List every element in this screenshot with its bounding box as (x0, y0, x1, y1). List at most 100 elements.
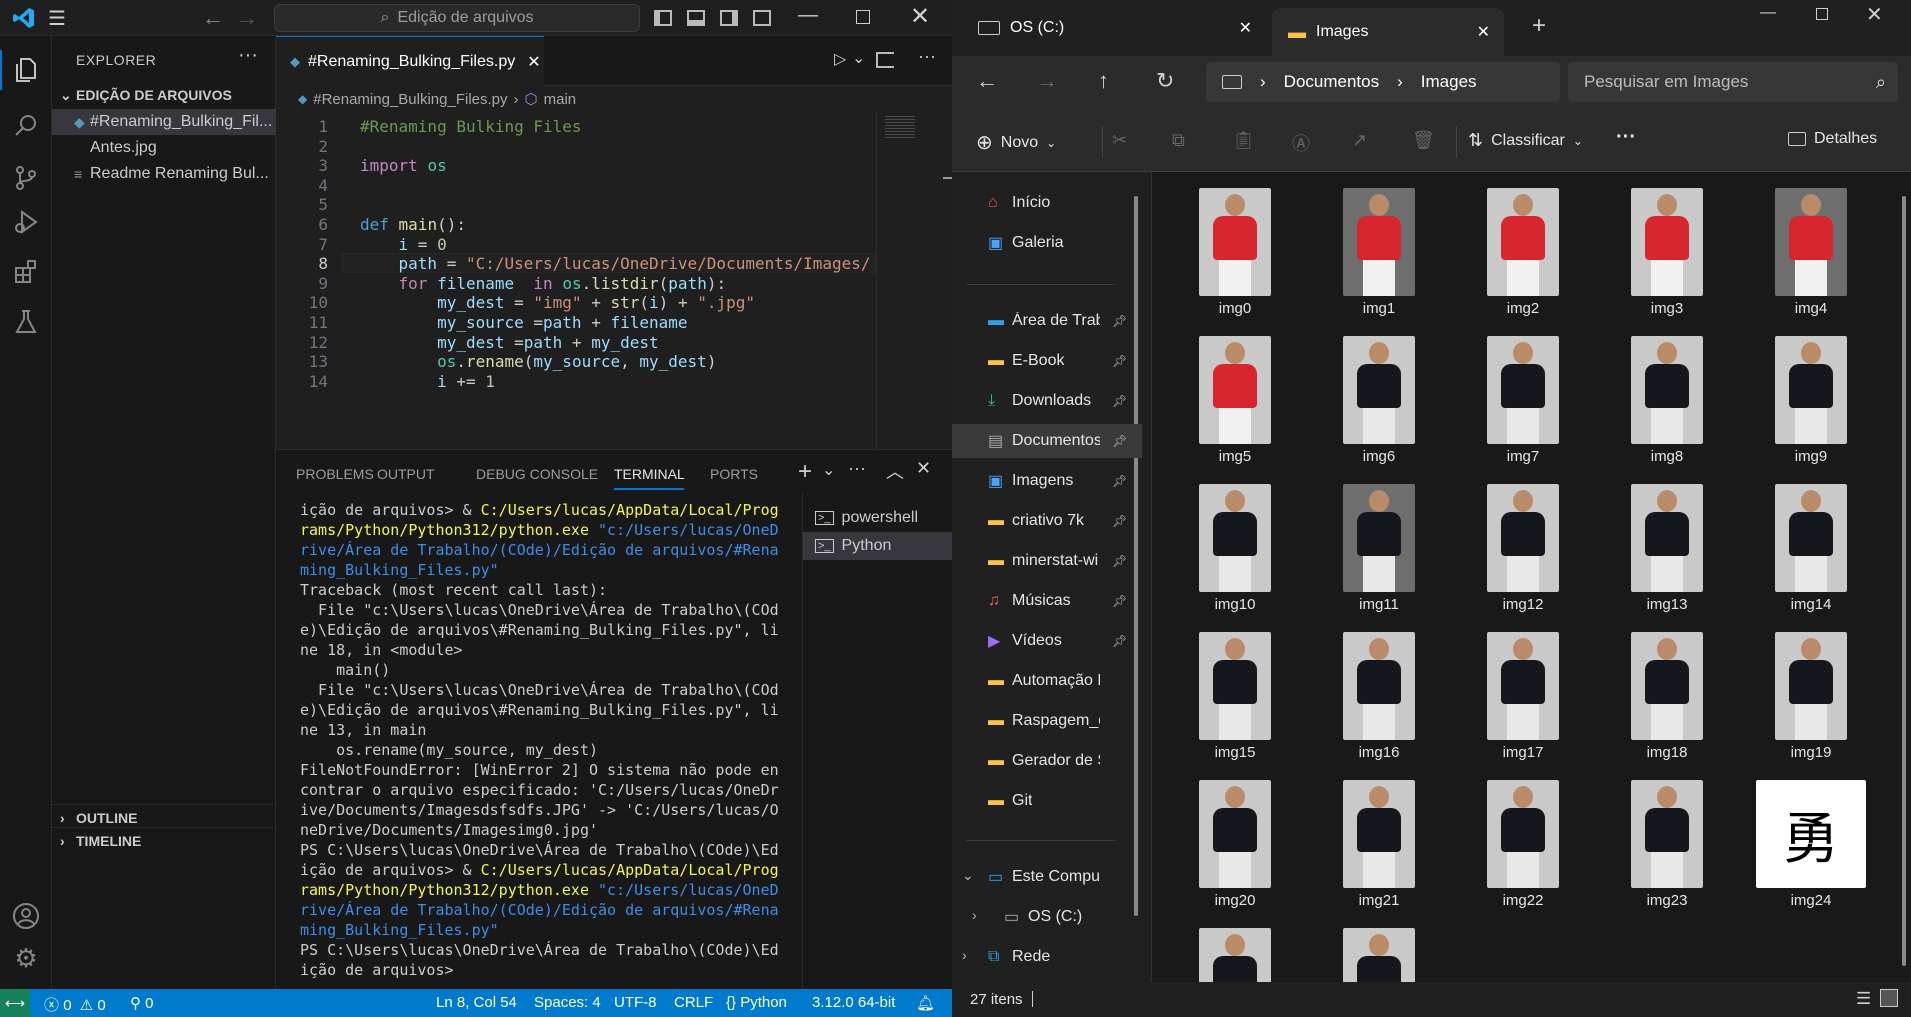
file-thumbnail[interactable]: img7 (1458, 322, 1588, 465)
close-tab-icon[interactable]: ✕ (1239, 18, 1252, 38)
cursor-position[interactable]: Ln 8, Col 54 (436, 994, 517, 1011)
new-terminal-plus-icon[interactable]: + (798, 458, 812, 486)
file-thumbnail[interactable]: 勇 img24 (1746, 766, 1876, 909)
pin-icon[interactable]: 📌︎ (1112, 634, 1127, 648)
nav-item[interactable]: ▬ Área de Trab 📌︎ (952, 304, 1142, 338)
file-thumbnail[interactable]: img23 (1602, 766, 1732, 909)
close-panel-icon[interactable]: ✕ (916, 458, 931, 479)
extensions-icon[interactable] (8, 254, 44, 290)
file-thumbnail[interactable]: img21 (1314, 766, 1444, 909)
file-thumbnail[interactable]: img5 (1170, 322, 1300, 465)
back-arrow-icon[interactable]: ← (202, 5, 224, 31)
pin-icon[interactable]: 📌︎ (1112, 434, 1127, 448)
encoding[interactable]: UTF-8 (614, 994, 657, 1011)
file-thumbnail[interactable]: img6 (1314, 322, 1444, 465)
paste-icon[interactable]: 📋︎ (1232, 130, 1255, 151)
file-thumbnail[interactable]: img19 (1746, 618, 1876, 761)
remote-icon[interactable]: ⟷ (0, 989, 30, 1017)
nav-item[interactable]: ▬ criativo 7k 📌︎ (952, 504, 1142, 538)
pin-icon[interactable]: 📌︎ (1112, 514, 1127, 528)
file-thumbnail[interactable]: img20 (1170, 766, 1300, 909)
close-tab-icon[interactable]: ✕ (1477, 22, 1490, 42)
file-thumbnail[interactable]: img0 (1170, 174, 1300, 317)
details-button[interactable]: Detalhes (1788, 130, 1877, 148)
file-thumbnail[interactable]: img15 (1170, 618, 1300, 761)
tab-ports[interactable]: PORTS (710, 466, 758, 482)
toggle-secondary-sidebar-icon[interactable] (720, 10, 738, 26)
language-mode[interactable]: {} Python (726, 994, 787, 1011)
forward-arrow-icon[interactable]: → (1036, 68, 1058, 94)
nav-item[interactable]: ▬ E-Book 📌︎ (952, 344, 1142, 378)
tab-problems[interactable]: PROBLEMS (296, 466, 374, 482)
content-scrollbar[interactable] (1902, 196, 1906, 966)
pin-icon[interactable]: 📌︎ (1112, 554, 1127, 568)
minimap[interactable] (876, 112, 953, 449)
maximize-icon[interactable] (856, 10, 870, 24)
nav-item[interactable]: ▶ Vídeos 📌︎ (952, 624, 1142, 658)
more-actions-icon[interactable]: ··· (238, 44, 258, 67)
cut-icon[interactable]: ✂ (1112, 130, 1127, 151)
problems-status[interactable]: ⓧ 0 ⚠ 0 (44, 994, 106, 1015)
copy-icon[interactable]: ⧉ (1172, 130, 1185, 151)
customize-layout-icon[interactable] (753, 10, 771, 26)
nav-item[interactable]: ▬ Git (952, 784, 1142, 818)
breadcrumb-symbol[interactable]: main (544, 91, 577, 108)
timeline-section[interactable]: › TIMELINE (52, 827, 276, 853)
python-interpreter[interactable]: 3.12.0 64-bit (812, 994, 895, 1011)
editor-tab[interactable]: ◆ #Renaming_Bulking_Files.py ✕ (276, 36, 544, 86)
code-editor[interactable]: 1 #Renaming Bulking Files 2 3 import os 4 5 6 de… (276, 112, 876, 449)
toggle-sidebar-icon[interactable] (654, 10, 672, 26)
split-editor-icon[interactable] (876, 52, 894, 68)
close-tab-icon[interactable]: ✕ (527, 52, 540, 72)
address-bar[interactable]: › Documentos › Images (1206, 62, 1560, 102)
nav-item[interactable]: ▤ Documentos 📌︎ (952, 424, 1142, 458)
search-box[interactable]: Pesquisar em Images ⌕ (1568, 62, 1898, 102)
nav-item[interactable]: ▣ Imagens 📌︎ (952, 464, 1142, 498)
chevron-down-icon[interactable]: ⌄ (822, 460, 835, 480)
run-python-icon[interactable]: ▷ (834, 49, 846, 69)
nav-item[interactable]: ▣ Galeria (952, 226, 1142, 260)
file-thumbnail[interactable]: img3 (1602, 174, 1732, 317)
testing-flask-icon[interactable] (8, 304, 44, 340)
search-icon[interactable] (8, 108, 44, 144)
notifications-bell-icon[interactable]: 🔔︎ (916, 994, 935, 1012)
details-view-icon[interactable]: ☰ (1856, 989, 1871, 1009)
refresh-icon[interactable]: ↻ (1156, 68, 1174, 94)
ports-status[interactable]: ⚲ 0 (130, 994, 154, 1012)
chevron-right-icon[interactable]: › (972, 907, 977, 923)
more-actions-icon[interactable]: ··· (848, 458, 866, 479)
terminal-item-powershell[interactable]: >_ powershell (803, 504, 953, 532)
maximize-panel-icon[interactable]: ︿ (886, 458, 904, 484)
rename-icon[interactable]: Ⓐ (1292, 130, 1310, 156)
source-control-icon[interactable] (8, 160, 44, 196)
file-thumbnail[interactable]: img16 (1314, 618, 1444, 761)
file-item[interactable]: Antes.jpg (52, 135, 276, 161)
chevron-right-icon[interactable]: › (962, 947, 967, 963)
nav-item[interactable]: ⌂ Início (952, 186, 1142, 220)
minimize-icon[interactable]: — (798, 4, 818, 27)
toggle-panel-icon[interactable] (687, 10, 705, 26)
file-item[interactable]: ≡ Readme Renaming Bul... (52, 161, 276, 187)
breadcrumb-images[interactable]: Images (1421, 72, 1477, 92)
nav-item[interactable]: ⧉ Rede (952, 940, 1142, 974)
nav-item[interactable]: ⤓ Downloads 📌︎ (952, 384, 1142, 418)
nav-item[interactable]: ▬ minerstat-wi 📌︎ (952, 544, 1142, 578)
close-icon[interactable]: ✕ (910, 2, 930, 31)
maximize-icon[interactable] (1816, 8, 1828, 20)
nav-item[interactable]: ▭ Este Computador (952, 860, 1142, 894)
more-actions-icon[interactable]: ··· (918, 46, 936, 67)
file-thumbnail[interactable] (1314, 914, 1444, 982)
tab-terminal[interactable]: TERMINAL (614, 466, 685, 482)
back-arrow-icon[interactable]: ← (976, 68, 998, 94)
file-thumbnail[interactable]: img4 (1746, 174, 1876, 317)
file-thumbnail[interactable]: img1 (1314, 174, 1444, 317)
terminal-item-python[interactable]: >_ Python (803, 532, 953, 560)
nav-item[interactable]: ▬ Automação E-m (952, 664, 1142, 698)
nav-item[interactable]: ▬ Raspagem_de_I (952, 704, 1142, 738)
nav-item[interactable]: ♫ Músicas 📌︎ (952, 584, 1142, 618)
sort-button[interactable]: ⇅ Classificar ⌄ (1468, 130, 1583, 151)
breadcrumb-documentos[interactable]: Documentos (1284, 72, 1379, 92)
minimize-icon[interactable]: — (1760, 4, 1776, 22)
file-thumbnail[interactable]: img8 (1602, 322, 1732, 465)
terminal-output[interactable]: ição de arquivos> & C:/Users/lucas/AppDa… (300, 500, 800, 990)
